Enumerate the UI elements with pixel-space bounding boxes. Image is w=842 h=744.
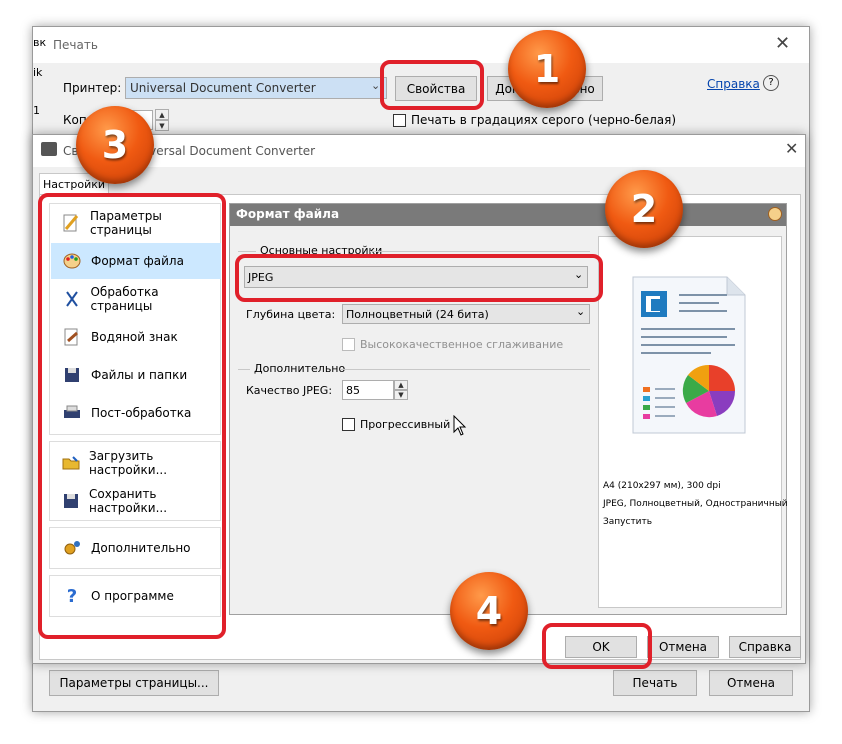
smoothing-checkbox[interactable]: [342, 338, 355, 351]
panel-title: Формат файла: [236, 207, 340, 221]
color-depth-label: Глубина цвета:: [246, 308, 336, 321]
preview-run-info: Запустить: [603, 517, 653, 527]
left-fragment-3: 1: [33, 104, 40, 117]
step-marker-1: 1: [508, 30, 586, 108]
printer-label: Принтер:: [63, 81, 122, 95]
basic-settings-line: [370, 251, 590, 252]
highlight-properties-button: [380, 60, 484, 110]
help-link[interactable]: Справка: [707, 77, 760, 91]
smoothing-label: Высококачественное сглаживание: [360, 338, 564, 351]
progressive-checkbox[interactable]: [342, 418, 355, 431]
print-button[interactable]: Печать: [613, 670, 697, 696]
mouse-cursor-icon: [453, 415, 467, 436]
tab-settings-label: Настройки: [42, 178, 106, 191]
color-depth-chevron-down-icon[interactable]: ⌄: [576, 305, 585, 318]
properties-close-icon[interactable]: ✕: [785, 139, 798, 158]
quality-up-button[interactable]: ▲: [394, 380, 408, 390]
preview-format-info: JPEG, Полноцветный, Одностраничный: [603, 499, 788, 509]
cancel-button[interactable]: Отмена: [647, 636, 719, 658]
additional-line: [340, 369, 590, 370]
color-depth-select[interactable]: Полноцветный (24 бита): [342, 304, 590, 324]
grayscale-checkbox[interactable]: [393, 114, 406, 127]
help-button[interactable]: Справка: [729, 636, 801, 658]
preview-panel: A4 (210x297 мм), 300 dpi JPEG, Полноцвет…: [598, 236, 788, 608]
document-preview-icon: [632, 276, 746, 434]
print-dialog-title: Печать: [53, 38, 98, 52]
grayscale-label: Печать в градациях серого (черно-белая): [411, 113, 677, 127]
quality-input[interactable]: 85: [342, 380, 394, 400]
step-marker-3: 3: [76, 106, 154, 184]
close-icon[interactable]: ✕: [775, 33, 790, 54]
help-icon[interactable]: ?: [763, 75, 779, 91]
quality-value: 85: [346, 383, 360, 397]
page-setup-button[interactable]: Параметры страницы...: [49, 670, 219, 696]
additional-line-left: [238, 369, 250, 370]
basic-settings-line-left: [238, 251, 256, 252]
color-depth-value: Полноцветный (24 бита): [346, 307, 489, 321]
step-marker-2: 2: [605, 170, 683, 248]
printer-select[interactable]: Universal Document Converter: [125, 77, 387, 99]
printer-value: Universal Document Converter: [130, 81, 316, 95]
printer-title-icon: [41, 142, 57, 156]
panel-palette-icon: [768, 207, 782, 221]
quality-label: Качество JPEG:: [246, 384, 333, 397]
quality-down-button[interactable]: ▼: [394, 390, 408, 400]
preview-paper-info: A4 (210x297 мм), 300 dpi: [603, 481, 721, 491]
left-fragment-1: вк: [33, 36, 47, 49]
additional-group: Дополнительно: [254, 362, 346, 375]
left-fragment-2: ik: [33, 66, 43, 79]
chevron-down-icon[interactable]: ⌄: [371, 79, 380, 92]
highlight-format-select: [235, 254, 603, 302]
step-marker-4: 4: [450, 572, 528, 650]
print-dialog-titlebar: [33, 27, 809, 63]
highlight-nav-panel: [38, 193, 226, 639]
progressive-label: Прогрессивный: [360, 418, 451, 431]
copies-up-button[interactable]: ▲: [155, 109, 169, 120]
highlight-ok-button: [542, 623, 652, 669]
copies-down-button[interactable]: ▼: [155, 120, 169, 131]
print-cancel-button[interactable]: Отмена: [709, 670, 793, 696]
